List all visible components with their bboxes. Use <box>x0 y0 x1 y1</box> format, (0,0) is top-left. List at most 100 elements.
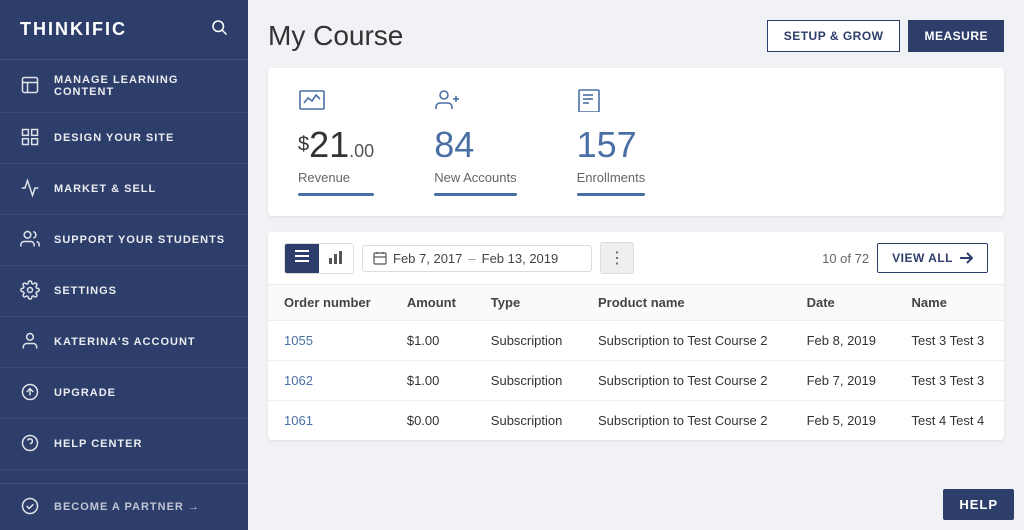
amount-cell: $0.00 <box>391 401 475 441</box>
type-cell: Subscription <box>475 361 582 401</box>
col-date: Date <box>791 285 896 321</box>
table-row: 1062 $1.00 Subscription Subscription to … <box>268 361 1004 401</box>
date-filter[interactable]: Feb 7, 2017 – Feb 13, 2019 <box>362 245 592 272</box>
date-to: Feb 13, 2019 <box>482 251 559 266</box>
date-from: Feb 7, 2017 <box>393 251 462 266</box>
view-all-label: VIEW ALL <box>892 251 953 265</box>
order-link[interactable]: 1061 <box>284 413 313 428</box>
order-link[interactable]: 1055 <box>284 333 313 348</box>
table-header-row: Order number Amount Type Product name Da… <box>268 285 1004 321</box>
name-cell: Test 4 Test 4 <box>896 401 1004 441</box>
name-cell: Test 3 Test 3 <box>896 321 1004 361</box>
sidebar-item-help-center[interactable]: Help center <box>0 419 248 470</box>
order-number-cell: 1062 <box>268 361 391 401</box>
logo-text: THINKIFIC <box>20 19 127 40</box>
calendar-icon <box>373 251 387 265</box>
sidebar-item-label: Help center <box>54 438 142 450</box>
amount-cell: $1.00 <box>391 321 475 361</box>
product-name-cell: Subscription to Test Course 2 <box>582 361 791 401</box>
page-header: My Course SETUP & GROW MEASURE <box>268 20 1004 52</box>
sidebar-bottom: Become a Partner → <box>0 483 248 530</box>
col-name: Name <box>896 285 1004 321</box>
enrollments-divider <box>577 193 646 196</box>
product-name-cell: Subscription to Test Course 2 <box>582 401 791 441</box>
setup-grow-button[interactable]: SETUP & GROW <box>767 20 901 52</box>
revenue-main: 21 <box>309 124 349 165</box>
date-cell: Feb 5, 2019 <box>791 401 896 441</box>
date-cell: Feb 7, 2019 <box>791 361 896 401</box>
sidebar-item-market-sell[interactable]: Market & Sell <box>0 164 248 215</box>
chart-view-button[interactable] <box>319 244 353 273</box>
filter-options-button[interactable]: ⋮ <box>600 242 634 274</box>
gear-icon <box>20 280 42 302</box>
sidebar: THINKIFIC Manage Learning Content Design… <box>0 0 248 530</box>
sidebar-item-support-students[interactable]: Support Your Students <box>0 215 248 266</box>
page-title: My Course <box>268 20 403 52</box>
sidebar-item-manage-learning[interactable]: Manage Learning Content <box>0 60 248 113</box>
question-icon <box>20 433 42 455</box>
revenue-stat: $21.00 Revenue <box>298 88 374 196</box>
sidebar-item-label: Settings <box>54 285 117 297</box>
chart-icon <box>20 178 42 200</box>
help-button[interactable]: HELP <box>943 489 1014 520</box>
date-separator: – <box>468 251 475 266</box>
sidebar-item-label: Upgrade <box>54 387 116 399</box>
revenue-dollar-sign: $ <box>298 134 309 156</box>
product-name-cell: Subscription to Test Course 2 <box>582 321 791 361</box>
name-cell: Test 3 Test 3 <box>896 361 1004 401</box>
person-icon <box>20 331 42 353</box>
orders-card: Feb 7, 2017 – Feb 13, 2019 ⋮ 10 of 72 VI… <box>268 232 1004 440</box>
new-accounts-divider <box>434 193 516 196</box>
order-number-cell: 1061 <box>268 401 391 441</box>
search-icon[interactable] <box>210 18 228 41</box>
sidebar-item-account[interactable]: Katerina's Account <box>0 317 248 368</box>
table-row: 1055 $1.00 Subscription Subscription to … <box>268 321 1004 361</box>
sidebar-item-updates[interactable]: 4 Updates <box>0 470 248 483</box>
stats-card: $21.00 Revenue 84 New Accounts <box>268 68 1004 216</box>
sidebar-item-label: Design Your Site <box>54 132 174 144</box>
new-accounts-stat: 84 New Accounts <box>434 88 516 196</box>
edit-icon <box>20 75 42 97</box>
col-type: Type <box>475 285 582 321</box>
date-cell: Feb 8, 2019 <box>791 321 896 361</box>
view-toggle <box>284 243 354 274</box>
col-product-name: Product name <box>582 285 791 321</box>
enrollments-icon <box>577 88 646 118</box>
arrow-right-icon <box>959 251 973 265</box>
arrow-up-icon <box>20 382 42 404</box>
revenue-value: $21.00 <box>298 124 374 166</box>
sidebar-logo: THINKIFIC <box>0 0 248 60</box>
type-cell: Subscription <box>475 401 582 441</box>
enrollments-stat: 157 Enrollments <box>577 88 646 196</box>
revenue-cents: .00 <box>349 141 374 161</box>
measure-button[interactable]: MEASURE <box>908 20 1004 52</box>
enrollments-label: Enrollments <box>577 170 646 185</box>
grid-icon <box>20 127 42 149</box>
sidebar-item-upgrade[interactable]: Upgrade <box>0 368 248 419</box>
sidebar-item-label: Support Your Students <box>54 234 225 246</box>
order-number-cell: 1055 <box>268 321 391 361</box>
users-icon <box>20 229 42 251</box>
main-content: My Course SETUP & GROW MEASURE $21.00 Re… <box>248 0 1024 530</box>
sidebar-item-settings[interactable]: Settings <box>0 266 248 317</box>
table-row: 1061 $0.00 Subscription Subscription to … <box>268 401 1004 441</box>
type-cell: Subscription <box>475 321 582 361</box>
sidebar-nav: Manage Learning Content Design Your Site… <box>0 60 248 483</box>
partner-icon <box>20 496 42 518</box>
order-link[interactable]: 1062 <box>284 373 313 388</box>
new-accounts-value: 84 <box>434 124 516 166</box>
revenue-icon <box>298 88 374 118</box>
sidebar-item-label: Market & Sell <box>54 183 156 195</box>
become-partner-label: Become a Partner → <box>54 501 200 513</box>
amount-cell: $1.00 <box>391 361 475 401</box>
new-accounts-label: New Accounts <box>434 170 516 185</box>
new-accounts-icon <box>434 88 516 118</box>
col-order-number: Order number <box>268 285 391 321</box>
sidebar-item-design-site[interactable]: Design Your Site <box>0 113 248 164</box>
sidebar-item-label: Manage Learning Content <box>54 74 228 98</box>
revenue-divider <box>298 193 374 196</box>
enrollments-value: 157 <box>577 124 646 166</box>
view-all-button[interactable]: VIEW ALL <box>877 243 988 273</box>
become-partner-link[interactable]: Become a Partner → <box>0 484 248 530</box>
list-view-button[interactable] <box>285 244 319 273</box>
